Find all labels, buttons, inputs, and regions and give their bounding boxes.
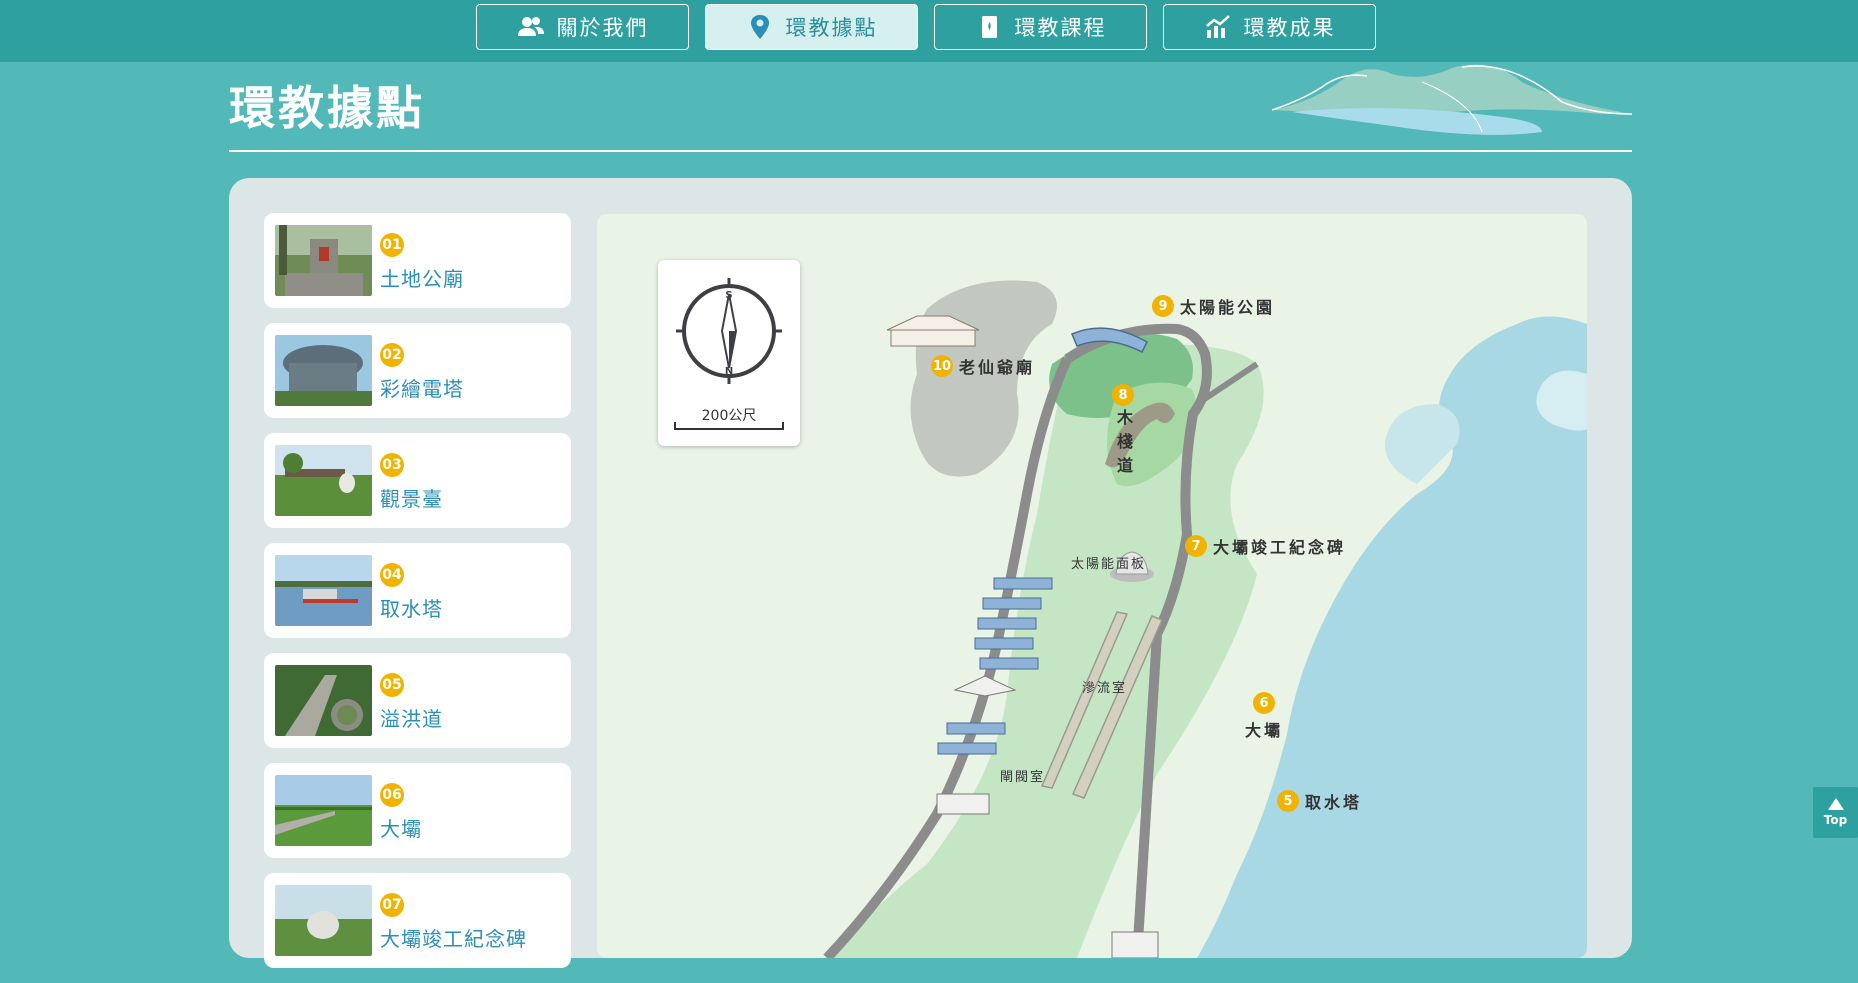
top-nav-bar: 關於我們 環教據點 環教課程 環教成果 xyxy=(0,0,1858,62)
users-icon xyxy=(517,17,544,36)
compass-icon: S N xyxy=(676,278,782,384)
header-divider xyxy=(229,150,1632,152)
dam-photo-icon xyxy=(275,775,372,846)
nav-eco-courses-button[interactable]: 環教課程 xyxy=(934,4,1147,50)
nav-eco-results-label: 環教成果 xyxy=(1243,16,1336,40)
spot-thumbnail xyxy=(275,775,372,846)
temple-photo-icon xyxy=(275,225,372,296)
spot-card-02[interactable]: 02 彩繪電塔 xyxy=(264,323,571,418)
spot-number-badge: 03 xyxy=(380,453,404,477)
map-marker-dam-monument[interactable]: 7 大壩竣工紀念碑 xyxy=(1185,534,1346,558)
spot-name: 土地公廟 xyxy=(380,267,464,291)
mountain-decoration-icon xyxy=(1272,64,1632,135)
main-nav: 關於我們 環教據點 環教課程 環教成果 xyxy=(476,4,1376,50)
spot-number-badge: 02 xyxy=(380,343,404,367)
spot-card-04[interactable]: 04 取水塔 xyxy=(264,543,571,638)
nav-eco-sites-button[interactable]: 環教據點 xyxy=(705,4,918,50)
viewpoint-photo-icon xyxy=(275,445,372,516)
spot-card-07[interactable]: 07 大壩竣工紀念碑 xyxy=(264,873,571,968)
spot-name: 觀景臺 xyxy=(380,487,443,511)
map-marker-number: 10 xyxy=(931,355,953,377)
nav-about-us-button[interactable]: 關於我們 xyxy=(476,4,689,50)
map-marker-number: 5 xyxy=(1277,790,1299,812)
map-marker-number: 6 xyxy=(1253,692,1275,714)
spot-thumbnail xyxy=(275,885,372,956)
map-marker-number: 8 xyxy=(1112,384,1134,406)
spot-thumbnail xyxy=(275,665,372,736)
spot-thumbnail xyxy=(275,445,372,516)
nav-eco-sites-label: 環教據點 xyxy=(785,16,878,40)
map-marker-name: 太陽能公園 xyxy=(1180,298,1276,317)
map-marker-name: 老仙爺廟 xyxy=(959,358,1036,377)
arrow-up-icon xyxy=(1827,798,1844,810)
map-marker-name: 取水塔 xyxy=(1305,793,1363,812)
spot-number-badge: 04 xyxy=(380,563,404,587)
spillway-photo-icon xyxy=(275,665,372,736)
spot-name: 大壩 xyxy=(380,817,422,841)
map-marker-boardwalk[interactable]: 8 木棧道 xyxy=(1087,384,1159,481)
spot-card-03[interactable]: 03 觀景臺 xyxy=(264,433,571,528)
book-icon xyxy=(981,16,997,38)
map-marker-water-intake[interactable]: 5 取水塔 xyxy=(1277,789,1362,813)
spot-number-badge: 07 xyxy=(380,893,404,917)
tower-photo-icon xyxy=(275,335,372,406)
compass-card: S N 200公尺 xyxy=(658,260,800,446)
spot-number-badge: 01 xyxy=(380,233,404,257)
compass-south-label: S xyxy=(725,290,732,301)
map-marker-laoxian-temple[interactable]: 10 老仙爺廟 xyxy=(931,354,1035,378)
spot-name: 溢洪道 xyxy=(380,707,443,731)
spot-thumbnail xyxy=(275,555,372,626)
map-note-solar-panels: 太陽能面板 xyxy=(1071,557,1147,572)
map-marker-number: 7 xyxy=(1185,535,1207,557)
nav-about-us-label: 關於我們 xyxy=(556,16,649,40)
spot-thumbnail xyxy=(275,225,372,296)
nav-eco-results-button[interactable]: 環教成果 xyxy=(1163,4,1376,50)
map-marker-number: 9 xyxy=(1152,295,1174,317)
spot-name: 大壩竣工紀念碑 xyxy=(380,927,527,951)
spot-number-badge: 06 xyxy=(380,783,404,807)
spot-list: 01 土地公廟 02 彩繪電塔 03 觀景臺 04 取水塔 05 溢洪道 06 … xyxy=(264,213,571,983)
spot-card-05[interactable]: 05 溢洪道 xyxy=(264,653,571,748)
map-scale-bar xyxy=(674,422,784,430)
map-marker-name: 大壩 xyxy=(1245,721,1284,740)
spot-name: 取水塔 xyxy=(380,597,443,621)
back-to-top-button[interactable]: Top xyxy=(1813,787,1858,838)
spot-thumbnail xyxy=(275,335,372,406)
monument-photo-icon xyxy=(275,885,372,956)
map-note-gate-room: 閘閥室 xyxy=(1000,770,1046,785)
back-to-top-label: Top xyxy=(1823,813,1848,827)
chart-icon xyxy=(1205,15,1230,38)
spot-card-06[interactable]: 06 大壩 xyxy=(264,763,571,858)
water-intake-photo-icon xyxy=(275,555,372,626)
compass-north-label: N xyxy=(725,366,733,377)
spot-name: 彩繪電塔 xyxy=(380,377,464,401)
location-pin-icon xyxy=(750,15,769,39)
map-marker-solar-park[interactable]: 9 太陽能公園 xyxy=(1152,294,1275,318)
spot-card-01[interactable]: 01 土地公廟 xyxy=(264,213,571,308)
sites-panel: 01 土地公廟 02 彩繪電塔 03 觀景臺 04 取水塔 05 溢洪道 06 … xyxy=(229,178,1632,968)
eco-sites-map: S N 200公尺 9 太陽能公園 10 老仙爺廟 8 木棧道 7 大壩竣工紀念… xyxy=(597,214,1587,958)
map-marker-name: 木棧道 xyxy=(1114,409,1133,481)
map-note-seepage-room: 滲流室 xyxy=(1082,681,1128,696)
map-marker-name: 大壩竣工紀念碑 xyxy=(1213,538,1347,557)
page-header: 環教據點 xyxy=(229,62,1632,154)
nav-eco-courses-label: 環教課程 xyxy=(1014,16,1107,40)
spot-number-badge: 05 xyxy=(380,673,404,697)
map-marker-dam[interactable]: 6 大壩 xyxy=(1245,692,1283,741)
page-title: 環教據點 xyxy=(229,81,425,135)
